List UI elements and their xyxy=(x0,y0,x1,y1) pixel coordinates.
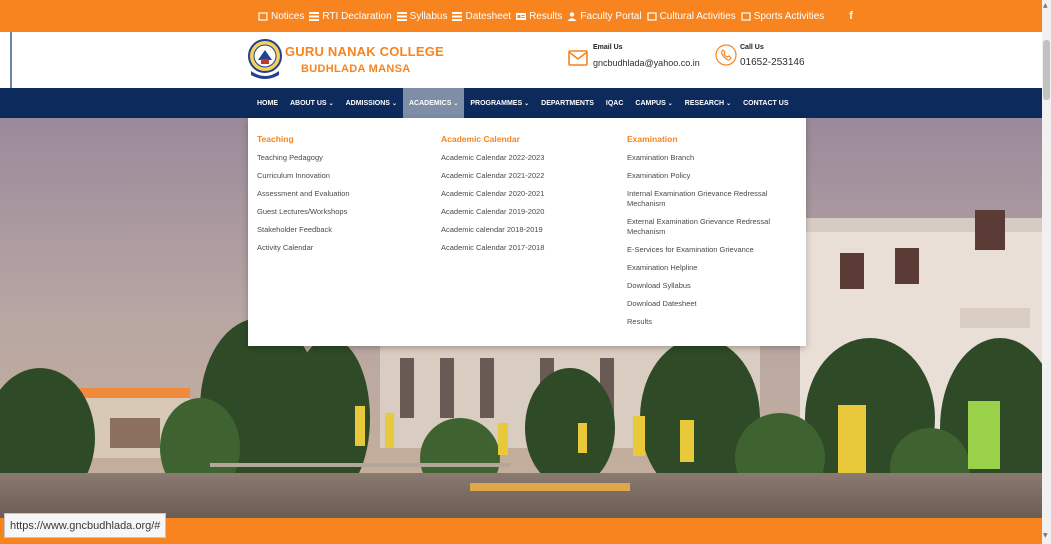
chevron-down-icon: ⌄ xyxy=(453,100,459,107)
nav-iqac-label: IQAC xyxy=(605,99,624,107)
calendar-2021-2022-link[interactable]: Academic Calendar 2021-2022 xyxy=(441,171,544,181)
calendar-2018-2019-link[interactable]: Academic calendar 2018-2019 xyxy=(441,225,544,235)
teaching-pedagogy-link[interactable]: Teaching Pedagogy xyxy=(257,153,350,163)
download-datesheet-link[interactable]: Download Datesheet xyxy=(627,299,792,309)
calendar-2017-2018-link[interactable]: Academic Calendar 2017-2018 xyxy=(441,243,544,253)
list-icon xyxy=(396,11,407,21)
nav-contact-us[interactable]: CONTACT US xyxy=(737,88,794,118)
nav-departments[interactable]: DEPARTMENTS xyxy=(535,88,600,118)
chevron-down-icon: ⌄ xyxy=(391,100,397,107)
notices-link[interactable]: Notices xyxy=(258,11,304,22)
examination-helpline-link[interactable]: Examination Helpline xyxy=(627,263,792,273)
email-title: Email Us xyxy=(593,44,623,51)
cultural-activities-label: Cultural Activities xyxy=(659,10,736,22)
square-icon xyxy=(646,11,657,21)
datesheet-label: Datesheet xyxy=(465,10,512,22)
e-services-grievance-link[interactable]: E-Services for Examination Grievance xyxy=(627,245,792,255)
page-edge xyxy=(0,32,12,88)
calendar-2019-2020-link[interactable]: Academic Calendar 2019-2020 xyxy=(441,207,544,217)
chevron-down-icon: ⌄ xyxy=(524,100,530,107)
page-scrollbar[interactable]: ▲ ▼ xyxy=(1042,0,1051,544)
academic-calendar-column: Academic Calendar Academic Calendar 2022… xyxy=(441,134,544,261)
results-link[interactable]: Results xyxy=(627,317,792,327)
examination-policy-link[interactable]: Examination Policy xyxy=(627,171,792,181)
nav-contact-us-label: CONTACT US xyxy=(743,99,789,107)
top-links: Notices RTI Declaration Syllabus Dateshe… xyxy=(258,0,853,32)
curriculum-innovation-link[interactable]: Curriculum Innovation xyxy=(257,171,350,181)
phone-number[interactable]: 01652-253146 xyxy=(740,57,805,68)
list-icon xyxy=(309,11,320,21)
examination-heading: Examination xyxy=(627,134,678,144)
calendar-2022-2023-link[interactable]: Academic Calendar 2022-2023 xyxy=(441,153,544,163)
datesheet-link[interactable]: Datesheet xyxy=(452,11,511,22)
nav-research[interactable]: RESEARCH ⌄ xyxy=(679,88,737,118)
nav-about-us[interactable]: ABOUT US ⌄ xyxy=(284,88,340,118)
sports-activities-label: Sports Activities xyxy=(753,10,825,22)
results-link[interactable]: Results xyxy=(516,11,562,22)
nav-about-us-label: ABOUT US xyxy=(290,99,327,107)
email-address[interactable]: gncbudhlada@yahoo.co.in xyxy=(593,58,700,68)
scroll-thumb[interactable] xyxy=(1043,40,1050,100)
nav-departments-label: DEPARTMENTS xyxy=(541,99,594,107)
chevron-down-icon: ⌄ xyxy=(328,100,334,107)
syllabus-link[interactable]: Syllabus xyxy=(396,10,448,22)
facebook-icon[interactable]: f xyxy=(849,10,853,22)
activity-calendar-link[interactable]: Activity Calendar xyxy=(257,243,350,253)
chevron-down-icon: ⌄ xyxy=(667,100,673,107)
nav-home-label: HOME xyxy=(257,99,278,107)
faculty-portal-link[interactable]: Faculty Portal xyxy=(567,10,642,22)
download-syllabus-link[interactable]: Download Syllabus xyxy=(627,281,792,291)
teaching-column: Teaching Teaching Pedagogy Curriculum In… xyxy=(257,134,350,261)
nav-research-label: RESEARCH xyxy=(684,99,725,107)
teaching-heading: Teaching xyxy=(257,134,294,144)
academic-calendar-heading: Academic Calendar xyxy=(441,134,520,144)
scroll-up-icon[interactable]: ▲ xyxy=(1043,2,1048,9)
rti-declaration-link[interactable]: RTI Declaration xyxy=(309,10,392,22)
assessment-evaluation-link[interactable]: Assessment and Evaluation xyxy=(257,189,350,199)
external-grievance-link[interactable]: External Examination Grievance Redressal… xyxy=(627,217,792,237)
college-place: BUDHLADA MANSA xyxy=(301,63,411,75)
sports-activities-link[interactable]: Sports Activities xyxy=(741,10,825,22)
square-icon xyxy=(258,11,268,21)
examination-branch-link[interactable]: Examination Branch xyxy=(627,153,792,163)
nav-campus[interactable]: CAMPUS ⌄ xyxy=(629,88,678,118)
nav-campus-label: CAMPUS xyxy=(635,99,666,107)
site-header xyxy=(0,32,1051,88)
faculty-portal-label: Faculty Portal xyxy=(580,10,642,22)
envelope-icon xyxy=(568,50,588,66)
nav-iqac[interactable]: IQAC xyxy=(600,88,630,118)
examination-column: Examination Examination Branch Examinati… xyxy=(627,134,792,335)
scroll-down-icon[interactable]: ▼ xyxy=(1043,532,1048,539)
internal-grievance-link[interactable]: Internal Examination Grievance Redressal… xyxy=(627,189,792,209)
guest-lectures-link[interactable]: Guest Lectures/Workshops xyxy=(257,207,350,217)
list-icon xyxy=(452,11,463,21)
status-bar-url: https://www.gncbudhlada.org/# xyxy=(4,513,167,538)
nav-academics-label: ACADEMICS xyxy=(408,99,452,107)
notices-label: Notices xyxy=(271,10,305,22)
college-name[interactable]: GURU NANAK COLLEGE xyxy=(285,44,444,59)
nav-admissions[interactable]: ADMISSIONS ⌄ xyxy=(340,88,403,118)
call-title: Call Us xyxy=(740,44,764,51)
square-icon xyxy=(741,11,751,21)
nav-home[interactable]: HOME xyxy=(251,88,284,118)
nav-admissions-label: ADMISSIONS xyxy=(345,99,390,107)
calendar-2020-2021-link[interactable]: Academic Calendar 2020-2021 xyxy=(441,189,544,199)
syllabus-label: Syllabus xyxy=(409,10,448,22)
college-logo[interactable] xyxy=(247,37,283,81)
academics-dropdown: Teaching Teaching Pedagogy Curriculum In… xyxy=(248,118,806,346)
cultural-activities-link[interactable]: Cultural Activities xyxy=(646,10,736,22)
nav-programmes[interactable]: PROGRAMMES ⌄ xyxy=(464,88,535,118)
card-icon xyxy=(516,12,527,21)
results-label: Results xyxy=(529,10,563,22)
stakeholder-feedback-link[interactable]: Stakeholder Feedback xyxy=(257,225,350,235)
chevron-down-icon: ⌄ xyxy=(726,100,732,107)
nav-programmes-label: PROGRAMMES xyxy=(470,99,523,107)
main-nav: HOME ABOUT US ⌄ ADMISSIONS ⌄ ACADEMICS ⌄ PR… xyxy=(251,88,795,118)
user-icon xyxy=(567,11,577,21)
phone-icon xyxy=(715,44,737,66)
rti-declaration-label: RTI Declaration xyxy=(322,10,392,22)
nav-academics[interactable]: ACADEMICS ⌄ xyxy=(402,88,465,118)
